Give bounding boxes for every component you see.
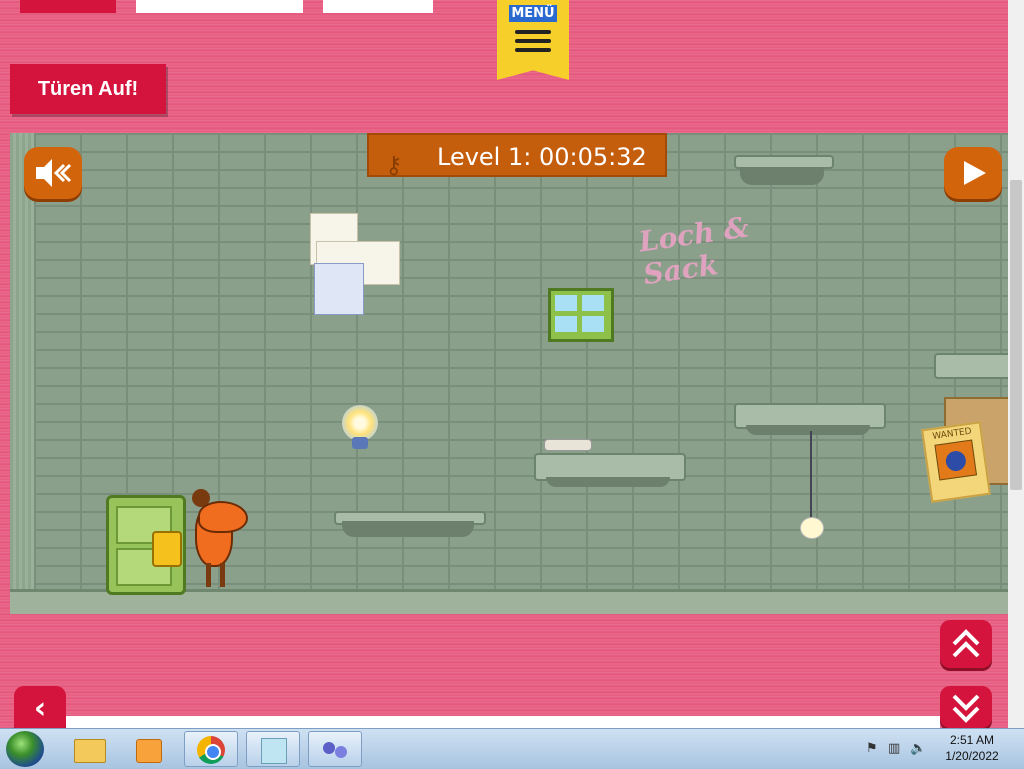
ledge-rubble [342, 521, 474, 537]
play-icon [964, 161, 986, 185]
double-chevron-up-icon [952, 629, 980, 658]
lamp-base [352, 437, 368, 449]
wall-window [548, 288, 614, 342]
clock-time: 2:51 AM [949, 733, 995, 747]
key-icon: ⚷ [385, 151, 403, 179]
windows-taskbar: ⚑ ▥ 🔈 2:51 AM 1/20/2022 [0, 728, 1024, 769]
elephant-portrait-icon [934, 439, 978, 481]
speaker-mute-icon [36, 159, 72, 187]
scroll-up-button[interactable] [940, 620, 992, 668]
mouse-leg [220, 563, 225, 587]
start-icon[interactable] [6, 731, 44, 767]
network-icon[interactable]: ▥ [888, 741, 904, 757]
level-timer-banner: ⚷ Level 1: 00:05:32 [367, 133, 667, 179]
wanted-poster[interactable]: WANTED [921, 421, 991, 503]
stone-ledge[interactable] [934, 353, 1008, 379]
light-bulb-icon[interactable] [800, 517, 824, 539]
paint-tube-item[interactable] [544, 439, 592, 451]
system-tray: ⚑ ▥ 🔈 2:51 AM 1/20/2022 [854, 729, 1024, 769]
file-explorer-icon[interactable] [62, 731, 116, 767]
left-wall [10, 133, 34, 589]
media-player-icon[interactable] [122, 731, 176, 767]
menu-button[interactable]: MENÜ [497, 0, 569, 80]
double-chevron-down-icon [952, 694, 980, 723]
mouse-leg [206, 563, 211, 587]
mouse-head [198, 501, 248, 533]
game-canvas[interactable]: ⚷ Level 1: 00:05:32 Loch & Sack WANTED [10, 133, 1008, 614]
ledge-rubble [740, 167, 824, 185]
chevron-left-icon: ‹ [33, 691, 47, 726]
ledge-underside [746, 425, 870, 435]
top-nav-field[interactable] [136, 0, 303, 13]
paper-note[interactable] [314, 263, 364, 315]
scroll-down-button[interactable] [940, 686, 992, 728]
page-scrollbar[interactable] [1008, 0, 1024, 728]
notepad-icon[interactable] [246, 731, 300, 767]
sound-toggle-button[interactable] [24, 147, 82, 199]
top-nav-field-2[interactable] [323, 0, 433, 13]
wall-lamp-icon[interactable] [342, 405, 378, 441]
play-button[interactable] [944, 147, 1002, 199]
hanging-wire [810, 431, 812, 517]
back-button[interactable]: ‹ [14, 686, 66, 734]
level-timer-text: Level 1: 00:05:32 [437, 143, 647, 171]
clock[interactable]: 2:51 AM 1/20/2022 [942, 732, 1002, 764]
ledge-underside [546, 477, 670, 487]
chrome-icon[interactable] [184, 731, 238, 767]
doors-open-button[interactable]: Türen Auf! [10, 64, 166, 114]
volume-icon[interactable]: 🔈 [910, 741, 926, 757]
menu-label: MENÜ [509, 5, 557, 22]
top-nav-item[interactable] [20, 0, 116, 13]
padlock-icon[interactable] [152, 531, 182, 567]
clock-date: 1/20/2022 [945, 749, 999, 763]
scrollbar-thumb[interactable] [1010, 180, 1022, 490]
hamburger-icon [515, 30, 551, 57]
app-icon[interactable] [308, 731, 362, 767]
content-strip [66, 716, 940, 728]
action-center-icon[interactable]: ⚑ [866, 741, 882, 757]
